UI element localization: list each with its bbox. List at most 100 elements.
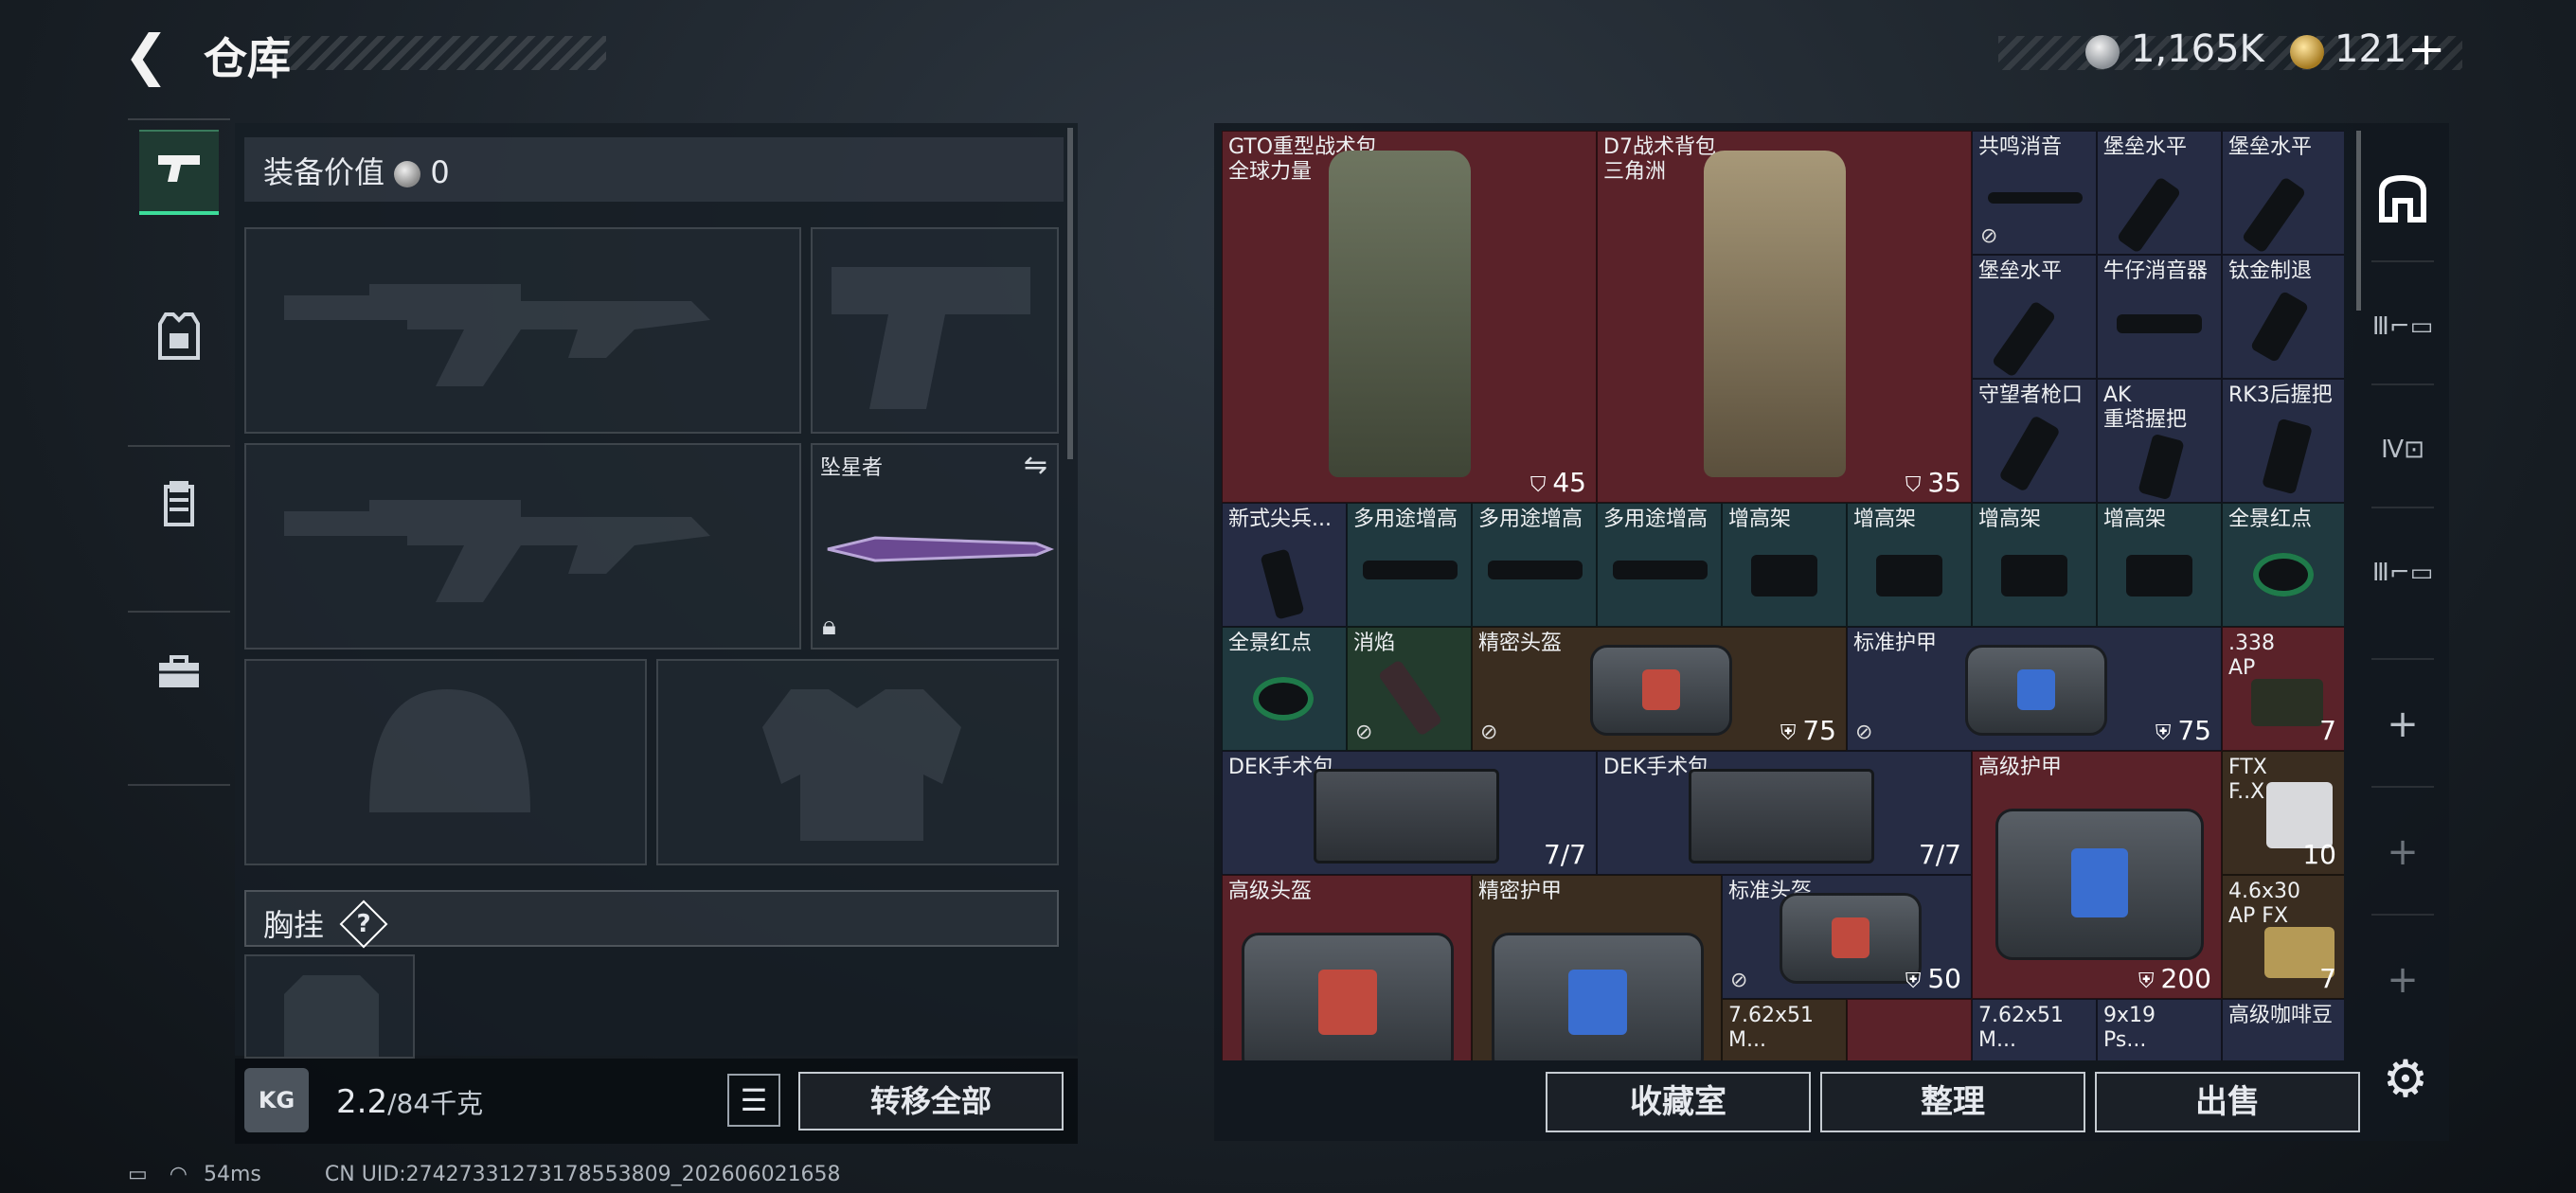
item-ftx-ammo[interactable]: FTX F..X.W 10 bbox=[2222, 751, 2344, 875]
collection-room-button[interactable]: 收藏室 bbox=[1546, 1072, 1811, 1132]
add-currency-button[interactable]: + bbox=[2407, 23, 2445, 76]
item-bastion-level[interactable]: 堡垒水平 bbox=[2097, 131, 2222, 255]
sidearm-slot[interactable] bbox=[811, 227, 1059, 434]
user-uid: CN UID:27427331273178553809_202606021658 bbox=[324, 1163, 841, 1186]
shield-icon: ⛨ bbox=[2138, 970, 2161, 993]
item-premium-coffee[interactable]: 高级咖啡豆 bbox=[2222, 999, 2344, 1060]
stash-scrollbar[interactable] bbox=[2356, 131, 2361, 311]
item-precision-armor[interactable]: 精密护甲 bbox=[1472, 875, 1722, 1060]
item-bastion-level[interactable]: 堡垒水平 bbox=[1972, 255, 2097, 379]
item-panoramic-red-dot[interactable]: 全景红点 bbox=[2222, 503, 2344, 627]
empty-slot[interactable] bbox=[1847, 999, 1972, 1060]
item-count: 10 bbox=[2302, 839, 2336, 870]
item-d7-backpack[interactable]: D7战术背包 三角洲 ⛉ 35 bbox=[1597, 131, 1972, 503]
item-name: 新式尖兵... bbox=[1228, 507, 1332, 531]
item-name: 标准护甲 bbox=[1853, 632, 1938, 655]
nav-backpack[interactable] bbox=[139, 634, 219, 720]
muzzle-image bbox=[2116, 176, 2182, 254]
nav-weapons[interactable] bbox=[139, 130, 219, 215]
melee-slot[interactable]: 坠星者 ⇋ 🔒︎ bbox=[811, 443, 1059, 650]
riser-image bbox=[1751, 555, 1817, 596]
item-capacity: ⛉ 35 bbox=[1905, 467, 1961, 498]
item-rk3-grip[interactable]: RK3后握把 bbox=[2222, 379, 2344, 503]
stash-grid: GTO重型战术包 全球力量 ⛉ 45 D7战术背包 三角洲 ⛉ 35 共鸣消音 … bbox=[1222, 131, 2344, 1060]
item-panoramic-red-dot[interactable]: 全景红点 bbox=[1222, 627, 1347, 751]
backpack-icon: ⛉ bbox=[1905, 473, 1928, 497]
wifi-icon: ◠ bbox=[169, 1163, 188, 1186]
tab-stash-3b[interactable]: Ⅲ⌐▭ bbox=[2362, 525, 2443, 620]
list-view-button[interactable]: ☰ bbox=[727, 1074, 780, 1127]
item-ak-grip[interactable]: AK 重塔握把 bbox=[2097, 379, 2222, 503]
item-9x19-ammo[interactable]: 9x19 Ps... bbox=[2097, 999, 2222, 1060]
chest-rig-slot[interactable] bbox=[244, 954, 415, 1059]
item-riser[interactable]: 增高架 bbox=[1972, 503, 2097, 627]
nav-armor[interactable] bbox=[139, 298, 219, 383]
item-dek-surgery-kit[interactable]: DEK手术包 7/7 bbox=[1222, 751, 1597, 875]
muzzle-image bbox=[1991, 300, 2057, 378]
grip-image bbox=[2262, 418, 2313, 495]
tab-stash-4[interactable]: Ⅳ⊡ bbox=[2362, 402, 2443, 497]
sell-button[interactable]: 出售 bbox=[2095, 1072, 2360, 1132]
helmet-slot[interactable] bbox=[244, 659, 647, 865]
item-standard-armor[interactable]: 标准护甲 ⊘ ⛨ 75 bbox=[1847, 627, 2222, 751]
item-762x51-ammo[interactable]: 7.62x51 M... bbox=[1972, 999, 2097, 1060]
primary-weapon-slot[interactable] bbox=[244, 227, 801, 434]
grip-image bbox=[2138, 433, 2185, 501]
item-338-ap-ammo[interactable]: .338 AP 7 bbox=[2222, 627, 2344, 751]
red-dot-image bbox=[2253, 553, 2314, 596]
item-bastion-level[interactable]: 堡垒水平 bbox=[2222, 131, 2344, 255]
top-bar: ❮ 仓库 1,165K 121 + bbox=[0, 0, 2576, 104]
secondary-weapon-slot[interactable] bbox=[244, 443, 801, 650]
melee-name: 坠星者 bbox=[820, 456, 884, 480]
item-titanium-brake[interactable]: 钛金制退 bbox=[2222, 255, 2344, 379]
item-name: 高级头盔 bbox=[1228, 880, 1313, 903]
item-precision-helmet[interactable]: 精密头盔 ⊘ ⛨ 75 bbox=[1472, 627, 1847, 751]
add-stash-tab-button[interactable]: + bbox=[2362, 677, 2443, 772]
add-stash-tab-button[interactable]: + bbox=[2362, 933, 2443, 1027]
item-multi-riser[interactable]: 多用途增高 bbox=[1347, 503, 1472, 627]
item-riser[interactable]: 增高架 bbox=[2097, 503, 2222, 627]
item-resonance-suppressor[interactable]: 共鸣消音 ⊘ bbox=[1972, 131, 2097, 255]
item-multi-riser[interactable]: 多用途增高 bbox=[1597, 503, 1722, 627]
back-arrow-icon[interactable]: ❮ bbox=[123, 27, 180, 83]
item-watcher-muzzle[interactable]: 守望者枪口 bbox=[1972, 379, 2097, 503]
transfer-all-button[interactable]: 转移全部 bbox=[798, 1072, 1064, 1131]
list-icon: ☰ bbox=[740, 1082, 768, 1118]
no-tag-icon: ⊘ bbox=[1730, 969, 1748, 992]
item-gto-backpack[interactable]: GTO重型战术包 全球力量 ⛉ 45 bbox=[1222, 131, 1597, 503]
item-46x30-ammo[interactable]: 4.6x30 AP FX 7 bbox=[2222, 875, 2344, 999]
nav-chest-rig[interactable] bbox=[139, 467, 219, 552]
armor-case-image bbox=[1995, 809, 2204, 960]
silver-coin-icon bbox=[394, 161, 421, 187]
item-riser[interactable]: 增高架 bbox=[1847, 503, 1972, 627]
item-multi-riser[interactable]: 多用途增高 bbox=[1472, 503, 1597, 627]
item-flash-hider[interactable]: 消焰 ⊘ bbox=[1347, 627, 1472, 751]
item-standard-helmet[interactable]: 标准头盔 ⊘ ⛨ 50 bbox=[1722, 875, 1972, 999]
riser-image bbox=[2126, 555, 2192, 596]
equipment-scrollbar[interactable] bbox=[1067, 128, 1073, 459]
item-vanguard-grip[interactable]: 新式尖兵... bbox=[1222, 503, 1347, 627]
item-762x51-ammo[interactable]: 7.62x51 M... bbox=[1722, 999, 1847, 1060]
armor-slot[interactable] bbox=[656, 659, 1059, 865]
helmet-silhouette-icon bbox=[369, 689, 530, 812]
helmet-case-image bbox=[1242, 933, 1454, 1060]
melee-weapon-image bbox=[827, 536, 1055, 562]
item-cowboy-suppressor[interactable]: 牛仔消音器 bbox=[2097, 255, 2222, 379]
item-count: 7 bbox=[2319, 715, 2336, 746]
item-name: 守望者枪口 bbox=[1978, 383, 2084, 407]
item-riser[interactable]: 增高架 bbox=[1722, 503, 1847, 627]
item-dek-surgery-kit[interactable]: DEK手术包 7/7 bbox=[1597, 751, 1972, 875]
help-icon[interactable]: ? bbox=[339, 899, 388, 949]
item-name: 精密护甲 bbox=[1478, 880, 1563, 903]
status-bar: ▭ ◠ 54ms CN UID:27427331273178553809_202… bbox=[128, 1163, 841, 1186]
add-stash-tab-button[interactable]: + bbox=[2362, 805, 2443, 899]
item-advanced-armor[interactable]: 高级护甲 ⛨ 200 bbox=[1972, 751, 2222, 999]
tab-safe-box[interactable] bbox=[2362, 151, 2443, 246]
gear-icon[interactable]: ⚙ bbox=[2377, 1051, 2434, 1108]
swap-icon[interactable]: ⇋ bbox=[1024, 449, 1047, 482]
item-advanced-helmet[interactable]: 高级头盔 bbox=[1222, 875, 1472, 1060]
riser-image bbox=[2001, 555, 2067, 596]
sort-button[interactable]: 整理 bbox=[1820, 1072, 2085, 1132]
tab-stash-3[interactable]: Ⅲ⌐▭ bbox=[2362, 279, 2443, 374]
chest-rig-label: 胸挂 bbox=[263, 907, 325, 943]
